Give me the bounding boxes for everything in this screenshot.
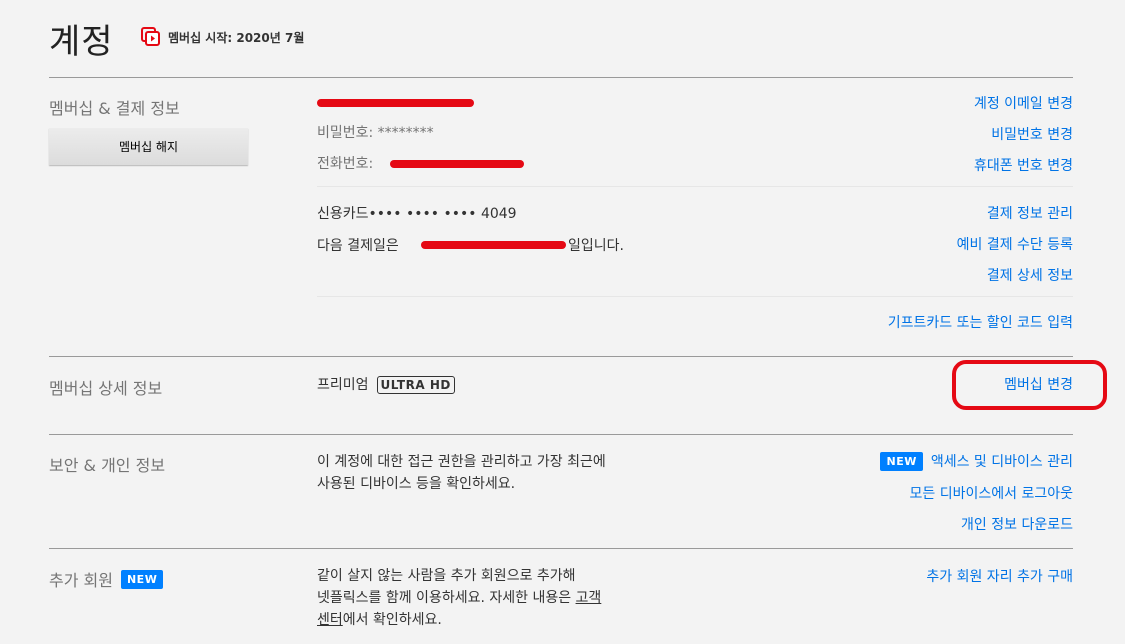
divider (317, 186, 1073, 187)
section-title-membership-billing: 멤버십 & 결제 정보 (49, 99, 180, 118)
help-center-link-part1[interactable]: 고객 (576, 590, 602, 606)
ultra-hd-badge: ULTRA HD (376, 376, 455, 394)
next-payment-prefix: 다음 결제일은 (317, 238, 399, 254)
change-plan-highlight-circle (952, 360, 1107, 410)
divider (49, 356, 1073, 357)
divider (49, 77, 1073, 78)
redacted-date (421, 241, 566, 249)
divider (317, 296, 1073, 297)
phone-label: 전화번호: (317, 156, 374, 172)
credit-card-text: 신용카드•••• •••• •••• 4049 (317, 206, 517, 222)
section-title-extra-members: 추가 회원 NEW (49, 567, 164, 591)
change-password-link[interactable]: 비밀번호 변경 (991, 124, 1073, 144)
member-since-text: 멤버십 시작: 2020년 7월 (168, 30, 305, 45)
manage-access-label: 액세스 및 디바이스 관리 (930, 454, 1073, 470)
buy-extra-member-slot-link[interactable]: 추가 회원 자리 추가 구매 (926, 566, 1073, 586)
gift-card-link[interactable]: 기프트카드 또는 할인 코드 입력 (888, 312, 1073, 332)
security-description-line1: 이 계정에 대한 접근 권한을 관리하고 가장 최근에 (317, 454, 606, 470)
redacted-email (317, 99, 474, 107)
cancel-membership-button[interactable]: 멤버십 해지 (49, 128, 248, 165)
divider (49, 434, 1073, 435)
security-description-line2: 사용된 디바이스 등을 확인하세요. (317, 476, 516, 492)
member-since: 멤버십 시작: 2020년 7월 (140, 26, 304, 48)
extra-members-line3: 센터에서 확인하세요. (317, 609, 601, 631)
new-badge: NEW (120, 569, 164, 589)
next-payment-suffix: 일입니다. (568, 238, 624, 254)
divider (49, 548, 1073, 549)
password-text: 비밀번호: ******** (317, 125, 434, 141)
download-personal-info-link[interactable]: 개인 정보 다운로드 (961, 514, 1073, 534)
manage-access-link[interactable]: NEW 액세스 및 디바이스 관리 (880, 451, 1073, 471)
extra-members-description: 같이 살지 않는 사람을 추가 회원으로 추가해 넷플릭스를 함께 이용하세요.… (317, 565, 601, 631)
section-title-security: 보안 & 개인 정보 (49, 456, 166, 475)
change-phone-link[interactable]: 휴대폰 번호 변경 (974, 155, 1073, 175)
membership-icon (141, 27, 160, 46)
help-center-link-part2[interactable]: 센터 (317, 612, 343, 628)
extra-members-line3-text: 에서 확인하세요. (342, 612, 442, 628)
new-badge: NEW (880, 451, 923, 471)
manage-payment-link[interactable]: 결제 정보 관리 (987, 203, 1073, 223)
redacted-phone (390, 160, 524, 168)
extra-members-line1: 같이 살지 않는 사람을 추가 회원으로 추가해 (317, 568, 576, 584)
extra-members-line2-text: 넷플릭스를 함께 이용하세요. 자세한 내용은 (317, 590, 576, 606)
backup-payment-link[interactable]: 예비 결제 수단 등록 (957, 234, 1073, 254)
plan-name: 프리미엄 (317, 377, 369, 393)
page-title: 계정 (49, 22, 114, 62)
section-title-plan-details: 멤버십 상세 정보 (49, 379, 163, 398)
change-email-link[interactable]: 계정 이메일 변경 (974, 93, 1073, 113)
billing-details-link[interactable]: 결제 상세 정보 (987, 265, 1073, 285)
extra-members-title: 추가 회원 (49, 571, 113, 590)
sign-out-all-devices-link[interactable]: 모든 디바이스에서 로그아웃 (910, 483, 1073, 503)
plan-info: 프리미엄 ULTRA HD (317, 374, 455, 396)
security-description: 이 계정에 대한 접근 권한을 관리하고 가장 최근에 사용된 디바이스 등을 … (317, 451, 606, 495)
extra-members-line2: 넷플릭스를 함께 이용하세요. 자세한 내용은 고객 (317, 587, 601, 609)
